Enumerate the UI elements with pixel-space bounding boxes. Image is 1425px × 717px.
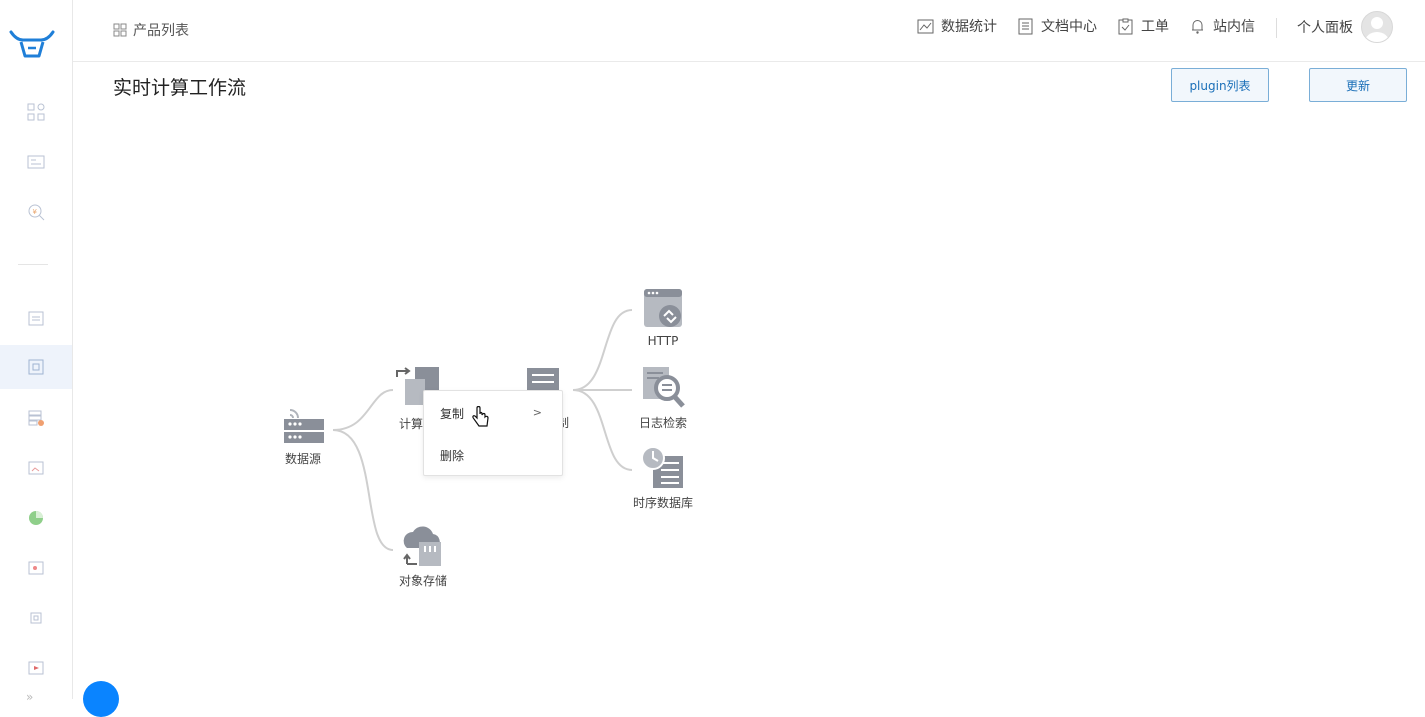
- floating-action-button[interactable]: [83, 681, 119, 717]
- node-router[interactable]: 制: [527, 368, 569, 430]
- node-log-search-label: 日志检索: [638, 416, 687, 430]
- node-log-search[interactable]: 日志检索: [633, 366, 693, 431]
- node-data-source-label: 数据源: [284, 452, 321, 466]
- edge-source-storage: [332, 429, 394, 551]
- context-menu: 复制 > 删除: [423, 390, 563, 476]
- server-icon: [527, 368, 559, 390]
- node-object-storage-label: 对象存储: [398, 574, 447, 588]
- node-tsdb-label: 时序数据库: [632, 496, 693, 510]
- edge-source-compute: [332, 389, 394, 431]
- hand-cursor-icon: [472, 406, 489, 427]
- cloud-storage-icon: [403, 526, 441, 566]
- document-search-icon: [643, 367, 685, 408]
- web-link-icon: [644, 289, 682, 327]
- node-data-source[interactable]: 数据源: [273, 404, 333, 467]
- graph-edges: [332, 309, 633, 551]
- context-menu-copy[interactable]: 复制: [440, 405, 464, 422]
- edge-router-http: [572, 309, 633, 391]
- router-icon: [284, 409, 324, 443]
- node-http-label: HTTP: [647, 334, 679, 348]
- node-http[interactable]: HTTP: [633, 288, 693, 348]
- edge-router-tsdb: [572, 389, 633, 471]
- node-tsdb[interactable]: 时序数据库: [628, 446, 698, 511]
- time-database-icon: [641, 446, 683, 488]
- context-menu-delete[interactable]: 删除: [440, 447, 464, 464]
- submenu-arrow-icon: >: [532, 406, 542, 419]
- node-object-storage[interactable]: 对象存储: [393, 524, 453, 589]
